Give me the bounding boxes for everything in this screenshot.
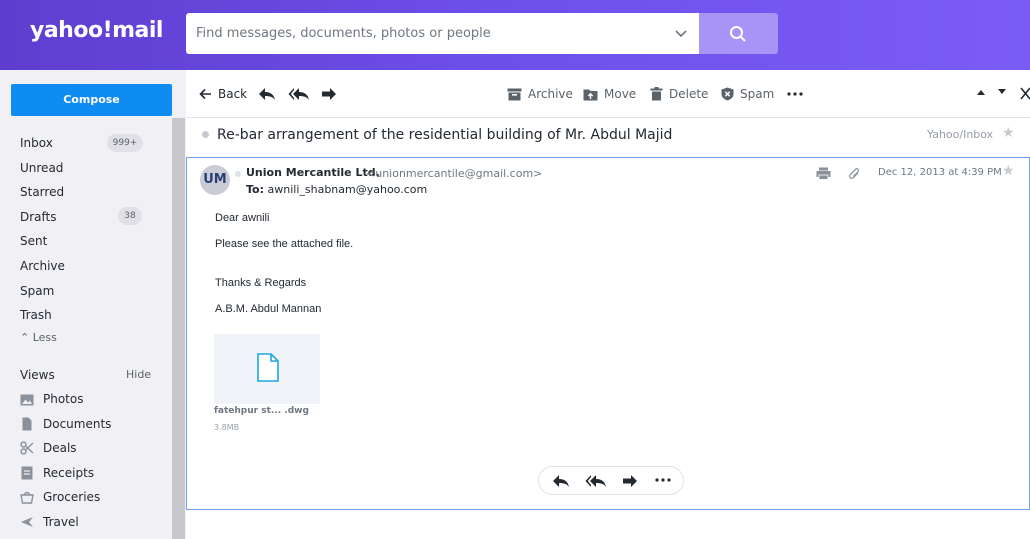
views-heading: Views — [20, 368, 55, 382]
back-button[interactable]: Back — [199, 87, 247, 101]
chevron-up-icon: ⌃ — [20, 331, 30, 344]
view-item-documents[interactable]: Documents — [43, 417, 111, 431]
body-greeting: Dear awnili — [215, 212, 270, 224]
message-subject: Re-bar arrangement of the residential bu… — [217, 127, 673, 143]
archive-button[interactable]: Archive — [507, 87, 573, 101]
delete-label: Delete — [669, 87, 709, 101]
reply-all-icon — [288, 88, 309, 100]
archive-icon — [507, 88, 522, 100]
sidebar-item-trash[interactable]: Trash — [20, 308, 52, 322]
back-label: Back — [218, 87, 248, 101]
sidebar-item-spam[interactable]: Spam — [20, 284, 54, 298]
view-item-groceries[interactable]: Groceries — [43, 490, 100, 504]
file-icon — [257, 353, 279, 382]
caret-up-icon — [977, 90, 985, 95]
reply-button[interactable] — [552, 473, 570, 492]
groceries-icon — [20, 491, 34, 504]
move-folder-icon — [583, 89, 598, 100]
shield-icon — [721, 87, 734, 101]
forward-icon — [623, 475, 637, 487]
archive-label: Archive — [528, 87, 573, 101]
receipts-icon — [21, 466, 33, 480]
close-message-button[interactable] — [1020, 87, 1030, 100]
sender-email[interactable]: <unionmercantile@gmail.com> — [366, 167, 542, 180]
sender-status-dot — [235, 171, 241, 177]
sidebar-item-archive[interactable]: Archive — [20, 259, 65, 273]
attachment-size: 3.8MB — [214, 423, 240, 432]
spam-button[interactable]: Spam — [721, 87, 774, 101]
move-label: Move — [604, 87, 637, 101]
trash-icon — [650, 87, 663, 101]
view-item-receipts[interactable]: Receipts — [43, 466, 94, 480]
recipient-address[interactable]: awnili_shabnam@yahoo.com — [268, 183, 428, 196]
search-input[interactable] — [186, 13, 666, 54]
reply-icon — [259, 88, 275, 100]
print-icon[interactable] — [816, 167, 831, 180]
reply-icon — [553, 475, 569, 487]
forward-icon — [322, 88, 336, 100]
reply-all-icon — [585, 475, 606, 487]
search-icon — [730, 26, 746, 42]
sidebar-item-starred[interactable]: Starred — [20, 185, 64, 199]
more-horizontal-icon — [787, 92, 803, 96]
search-button[interactable] — [699, 13, 778, 54]
attachment-tile[interactable] — [214, 334, 320, 404]
drafts-count-badge: 38 — [118, 207, 142, 225]
view-item-deals[interactable]: Deals — [43, 441, 77, 455]
more-actions-button[interactable] — [655, 472, 671, 492]
less-label: Less — [32, 331, 57, 344]
photos-icon — [20, 394, 34, 406]
search-box — [186, 13, 699, 54]
reply-button[interactable] — [258, 87, 276, 101]
delete-button[interactable]: Delete — [650, 87, 708, 101]
arrow-left-icon — [199, 88, 211, 100]
documents-icon — [22, 417, 32, 431]
previous-message-button[interactable] — [976, 88, 986, 96]
sidebar-item-unread[interactable]: Unread — [20, 161, 63, 175]
close-icon — [1020, 87, 1030, 100]
message-actions-pill — [538, 466, 684, 495]
message-folder-label[interactable]: Yahoo/Inbox — [927, 128, 993, 141]
reply-all-button[interactable] — [585, 473, 607, 492]
more-actions-button[interactable] — [787, 86, 803, 102]
caret-down-icon — [998, 89, 1006, 94]
view-item-photos[interactable]: Photos — [43, 392, 83, 406]
paperclip-icon[interactable] — [849, 168, 861, 181]
inbox-count-badge: 999+ — [107, 134, 143, 152]
sidebar-item-drafts[interactable]: Drafts — [20, 210, 57, 224]
compose-button[interactable]: Compose — [11, 84, 172, 116]
chevron-down-icon[interactable] — [673, 23, 689, 43]
sender-name[interactable]: Union Mercantile Ltd. — [246, 166, 380, 179]
to-prefix: To: — [246, 183, 264, 196]
reply-all-button[interactable] — [288, 87, 310, 101]
sidebar-item-sent[interactable]: Sent — [20, 234, 47, 248]
body-signature: A.B.M. Abdul Mannan — [215, 303, 322, 315]
view-item-travel[interactable]: Travel — [43, 515, 79, 529]
forward-button[interactable] — [622, 473, 638, 492]
message-date: Dec 12, 2013 at 4:39 PM — [878, 167, 1002, 178]
move-button[interactable]: Move — [583, 87, 636, 101]
deals-icon — [20, 441, 34, 455]
body-signoff: Thanks & Regards — [215, 277, 307, 289]
less-toggle[interactable]: ⌃ Less — [20, 331, 57, 344]
unread-indicator[interactable] — [202, 131, 209, 138]
body-line: Please see the attached file. — [215, 238, 354, 250]
sidebar-scrollbar-thumb[interactable] — [172, 118, 185, 539]
forward-button[interactable] — [321, 87, 337, 101]
views-hide-link[interactable]: Hide — [126, 368, 151, 381]
star-thread-icon[interactable]: ★ — [1002, 125, 1015, 141]
more-horizontal-icon — [655, 478, 671, 482]
next-message-button[interactable] — [997, 88, 1007, 96]
avatar[interactable]: UM — [200, 165, 230, 195]
sidebar-item-inbox[interactable]: Inbox — [20, 136, 53, 150]
spam-label: Spam — [740, 87, 775, 101]
travel-icon — [21, 517, 33, 527]
star-message-icon[interactable]: ★ — [1002, 163, 1015, 179]
attachment-name[interactable]: fatehpur st... .dwg — [214, 406, 309, 416]
yahoo-mail-logo[interactable]: yahoo!mail — [30, 18, 163, 43]
toolbar-divider — [186, 117, 1030, 118]
recipient-line: To: awnili_shabnam@yahoo.com — [246, 183, 427, 196]
